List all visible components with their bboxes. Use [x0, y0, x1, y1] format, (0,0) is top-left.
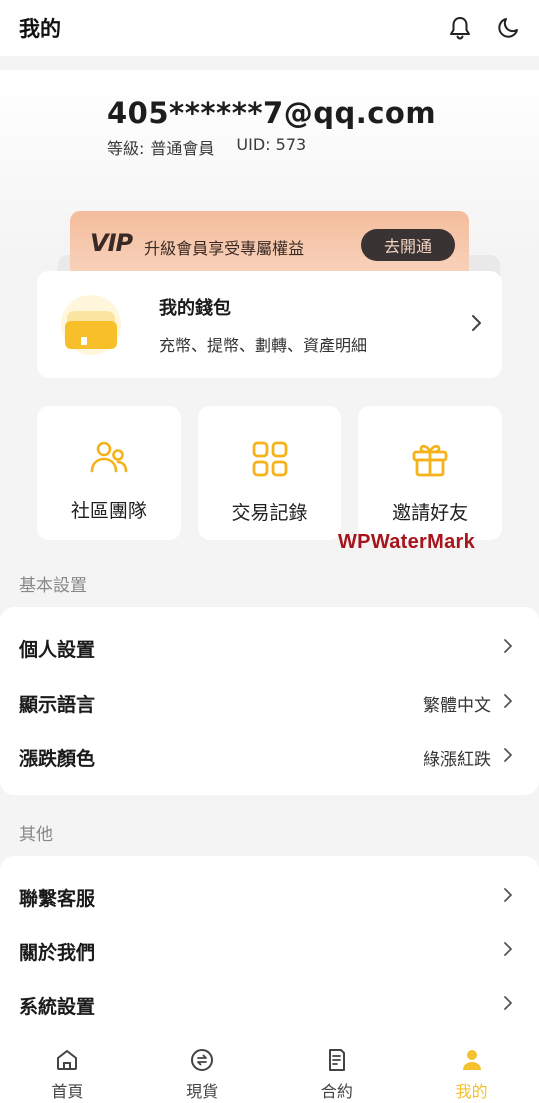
basic-settings-group: 個人設置 顯示語言 繁體中文 漲跌顏色 綠漲紅跌 — [0, 607, 539, 795]
gift-icon — [411, 440, 449, 482]
chevron-right-icon — [470, 313, 482, 337]
vip-banner[interactable]: VIP 升級會員享受專屬權益 去開通 — [70, 211, 469, 275]
chevron-right-icon — [503, 887, 513, 907]
quick-action-invite-friends[interactable]: 邀請好友 — [358, 406, 503, 540]
chevron-right-icon — [503, 747, 513, 767]
home-icon — [55, 1048, 79, 1076]
wallet-subtitle: 充幣、提幣、劃轉、資產明細 — [159, 335, 368, 355]
quick-action-label: 交易記錄 — [231, 502, 308, 524]
tab-label: 首頁 — [51, 1082, 84, 1101]
section-title-basic-settings: 基本設置 — [19, 576, 87, 596]
quick-action-label: 邀請好友 — [392, 502, 469, 524]
spot-icon — [190, 1048, 214, 1076]
row-value: 綠漲紅跌 — [423, 749, 491, 770]
chevron-right-icon — [503, 638, 513, 658]
tab-label: 我的 — [455, 1082, 488, 1101]
vip-activate-button[interactable]: 去開通 — [361, 229, 455, 261]
watermark: WPWaterMark — [338, 531, 476, 553]
level-value: 普通會員 — [150, 139, 215, 158]
row-label: 關於我們 — [19, 941, 96, 964]
section-title-other: 其他 — [19, 825, 53, 845]
wallet-icon — [59, 293, 123, 357]
header-actions — [447, 15, 521, 41]
other-row-about-us[interactable]: 關於我們 — [0, 924, 539, 978]
team-icon — [89, 440, 129, 480]
user-email: 405******7@qq.com — [107, 96, 437, 130]
top-app-bar: 我的 — [0, 0, 539, 56]
level-label: 等級: — [107, 139, 145, 158]
wallet-card[interactable]: 我的錢包 充幣、提幣、劃轉、資產明細 — [37, 271, 502, 378]
user-icon — [460, 1048, 484, 1076]
settings-row-personal[interactable]: 個人設置 — [0, 621, 539, 675]
row-label: 個人設置 — [19, 638, 96, 661]
grid-icon — [251, 440, 289, 482]
user-level-row: 等級: 普通會員 UID: 573 — [107, 135, 306, 159]
quick-action-trade-records[interactable]: 交易記錄 — [197, 406, 342, 540]
bottom-tab-bar: 首頁 現貨 合約 我的 — [0, 1040, 539, 1103]
quick-action-community-team[interactable]: 社區團隊 — [37, 406, 181, 540]
vip-text: 升級會員享受專屬權益 — [144, 239, 305, 258]
tab-label: 合約 — [320, 1082, 353, 1101]
row-label: 漲跌顏色 — [19, 747, 96, 770]
page-title: 我的 — [19, 17, 61, 41]
chevron-right-icon — [503, 995, 513, 1015]
moon-icon[interactable] — [495, 15, 521, 41]
other-group: 聯繫客服 關於我們 系統設置 — [0, 856, 539, 1056]
quick-action-label: 社區團隊 — [70, 500, 147, 522]
settings-row-language[interactable]: 顯示語言 繁體中文 — [0, 676, 539, 730]
settings-row-color[interactable]: 漲跌顏色 綠漲紅跌 — [0, 730, 539, 784]
wallet-title: 我的錢包 — [159, 297, 231, 319]
user-uid: UID: 573 — [236, 135, 307, 154]
row-label: 顯示語言 — [19, 693, 96, 716]
contract-icon — [325, 1048, 349, 1076]
row-value: 繁體中文 — [423, 695, 491, 716]
other-row-contact-support[interactable]: 聯繫客服 — [0, 870, 539, 924]
quick-actions: 社區團隊 交易記錄 邀請好友 — [37, 406, 503, 540]
tab-label: 現貨 — [186, 1082, 219, 1101]
chevron-right-icon — [503, 941, 513, 961]
vip-logo: VIP — [90, 229, 133, 257]
bell-icon[interactable] — [447, 15, 473, 41]
tab-spot[interactable]: 現貨 — [135, 1040, 270, 1103]
tab-mine[interactable]: 我的 — [404, 1040, 539, 1103]
tab-home[interactable]: 首頁 — [0, 1040, 135, 1103]
row-label: 系統設置 — [19, 995, 96, 1018]
chevron-right-icon — [503, 693, 513, 713]
tab-contract[interactable]: 合約 — [270, 1040, 405, 1103]
other-row-system-settings[interactable]: 系統設置 — [0, 978, 539, 1032]
row-label: 聯繫客服 — [19, 887, 96, 910]
